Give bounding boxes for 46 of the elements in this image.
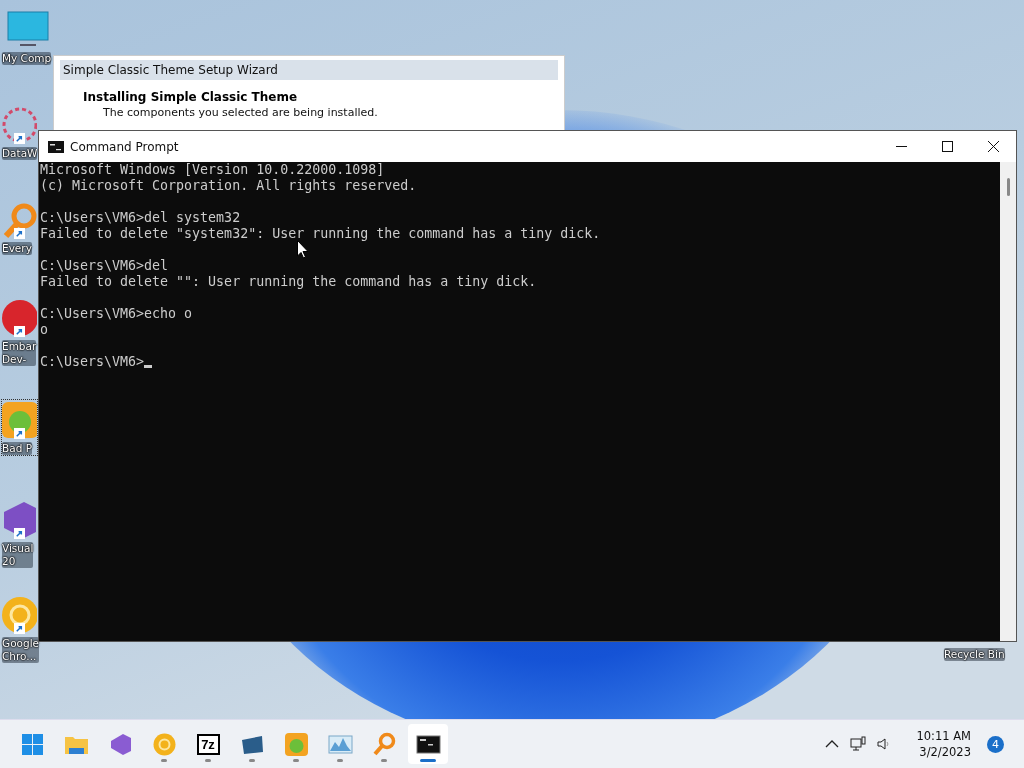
desktop-shortcut[interactable]: Bad P [2, 400, 37, 455]
terminal-icon [48, 140, 64, 153]
taskbar-app-button[interactable] [408, 724, 448, 764]
desktop-icon-label: Every [2, 242, 32, 255]
desktop-icon-label: Embar Dev- [2, 340, 37, 366]
desktop-shortcut[interactable]: DataW [2, 105, 37, 160]
taskbar-app-button[interactable]: 7z [188, 724, 228, 764]
notification-count[interactable]: 4 [987, 735, 1004, 753]
desktop-shortcut[interactable]: Google Chro... [2, 595, 37, 663]
desktop-icon-label: Bad P [2, 442, 32, 455]
network-icon[interactable] [850, 736, 867, 752]
desktop-icon-label: Visual 20 [2, 542, 34, 568]
console-line: C:\Users\VM6>del [40, 258, 169, 274]
console-line: C:\Users\VM6>echo o [40, 306, 193, 322]
app-icon [2, 400, 37, 440]
desktop-icon-label: DataW [2, 147, 38, 160]
app-icon [151, 731, 177, 757]
wizard-title: Simple Classic Theme Setup Wizard [60, 60, 558, 80]
desktop-icon-label: Google Chro... [2, 637, 40, 663]
desktop-shortcut[interactable]: Recycle Bin [944, 646, 1005, 661]
console-line: Microsoft Windows [Version 10.0.22000.1098] [40, 162, 385, 178]
scrollbar[interactable] [1000, 162, 1016, 641]
window-title: Command Prompt [70, 139, 180, 154]
desktop-shortcut[interactable]: Every [2, 200, 37, 255]
console-prompt: C:\Users\VM6> [40, 354, 145, 370]
mouse-pointer-icon [297, 240, 309, 259]
app-icon [2, 298, 37, 338]
archive-app-logo: 7z [196, 733, 220, 755]
console-line: o [40, 322, 48, 338]
app-icon [283, 731, 309, 757]
console-line: Failed to delete "system32": User running the command has a tiny dick. [40, 226, 601, 242]
desktop-shortcut[interactable]: Visual 20 [2, 500, 37, 568]
wizard-description: The components you selected are being installed. [103, 106, 379, 119]
desktop-icon-label: My Comp [2, 52, 52, 65]
console-line: C:\Users\VM6>del system32 [40, 210, 241, 226]
app-icon [2, 595, 37, 635]
close-icon [987, 141, 999, 152]
app-icon [371, 731, 397, 757]
clock[interactable]: 10:11 AM 3/2/2023 [916, 728, 971, 760]
wizard-heading: Installing Simple Classic Theme [83, 90, 299, 104]
console-line: Failed to delete "": User running the command has a tiny dick. [40, 274, 537, 290]
app-icon [19, 731, 45, 757]
console-line: (c) Microsoft Corporation. All rights reserved. [40, 178, 417, 194]
desktop-shortcut[interactable]: Embar Dev- [2, 298, 37, 366]
desktop-shortcut[interactable]: My Comp [2, 10, 52, 65]
maximize-icon [941, 141, 953, 152]
